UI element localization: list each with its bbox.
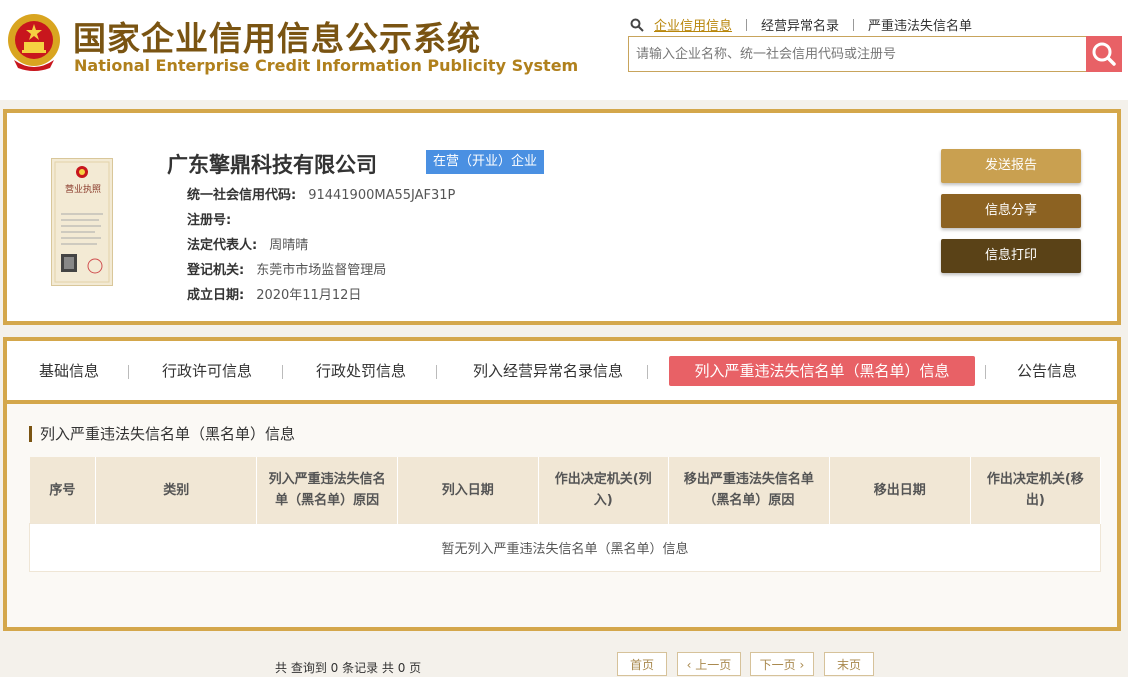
send-report-button[interactable]: 发送报告 [941,149,1081,183]
nav-credit-info-link[interactable]: 企业信用信息 [654,15,732,34]
company-card: 营业执照 广东擎鼎科技有限公司 在营（开业）企业 统一社会信用代码: 914419… [3,109,1121,325]
site-header: 国家企业信用信息公示系统 National Enterprise Credit … [0,0,1128,100]
column-header: 移出严重违法失信名单（黑名单）原因 [668,457,831,524]
national-emblem-icon [8,14,60,71]
tab-basic-info[interactable]: 基础信息 [37,356,101,386]
nav-blacklist-link[interactable]: 严重违法失信名单 [868,15,972,34]
search-box [628,36,1122,72]
company-name: 广东擎鼎科技有限公司 [167,153,377,177]
column-header: 类别 [95,457,258,524]
chevron-left-icon: ‹ [686,658,696,672]
column-header: 移出日期 [829,457,971,524]
license-title: 营业执照 [65,185,102,195]
tab-divider [985,365,986,379]
top-nav: 企业信用信息 经营异常名录 严重违法失信名单 [630,15,972,34]
business-license-thumbnail [51,158,113,286]
next-page-button[interactable]: 下一页 › [750,652,814,676]
last-page-button[interactable]: 末页 [824,652,874,676]
tab-bar: 基础信息 行政许可信息 行政处罚信息 列入经营异常名录信息 列入严重违法失信名单… [7,341,1117,404]
tab-announcement[interactable]: 公告信息 [1013,356,1081,386]
tab-content: 列入严重违法失信名单（黑名单）信息 序号 类别 列入严重违法失信名单（黑名单）原… [7,404,1117,676]
blacklist-table: 序号 类别 列入严重违法失信名单（黑名单）原因 列入日期 作出决定机关(列入) … [29,457,1102,572]
tab-divider [128,365,129,379]
print-info-button[interactable]: 信息打印 [941,239,1081,273]
site-title-en: National Enterprise Credit Information P… [74,56,579,75]
magnifier-icon [630,18,644,32]
prev-page-button[interactable]: ‹ 上一页 [677,652,741,676]
search-button[interactable] [1086,36,1122,72]
chevron-right-icon: › [795,658,805,672]
tab-admin-license[interactable]: 行政许可信息 [159,356,255,386]
tab-divider [282,365,283,379]
share-info-button[interactable]: 信息分享 [941,194,1081,228]
info-reg-number: 注册号: [187,213,232,228]
nav-divider [746,18,748,31]
tab-divider [647,365,648,379]
table-row: 暂无列入严重违法失信名单（黑名单）信息 [29,523,1101,572]
info-credit-code: 统一社会信用代码: 91441900MA55JAF31P [187,188,456,203]
info-legal-rep: 法定代表人: 周晴晴 [187,238,309,253]
tab-abnormal-list[interactable]: 列入经营异常名录信息 [467,356,629,386]
info-found-date: 成立日期: 2020年11月12日 [187,288,362,303]
pagination-summary: 共 查询到 0 条记录 共 0 页 [275,661,422,675]
column-header: 列入日期 [397,457,539,524]
tab-blacklist[interactable]: 列入严重违法失信名单（黑名单）信息 [669,356,975,386]
search-icon [1092,42,1116,66]
first-page-button[interactable]: 首页 [617,652,667,676]
tab-divider [436,365,437,379]
column-header: 序号 [29,457,97,524]
column-header: 列入严重违法失信名单（黑名单）原因 [256,457,398,524]
empty-message: 暂无列入严重违法失信名单（黑名单）信息 [29,523,1101,572]
info-panel: 基础信息 行政许可信息 行政处罚信息 列入经营异常名录信息 列入严重违法失信名单… [3,337,1121,676]
column-header: 作出决定机关(列入) [538,457,669,524]
search-input[interactable] [629,37,1088,71]
site-title: 国家企业信用信息公示系统 [73,19,481,58]
status-badge: 在营（开业）企业 [426,150,545,174]
section-title: 列入严重违法失信名单（黑名单）信息 [29,426,295,442]
nav-abnormal-list-link[interactable]: 经营异常名录 [761,15,839,34]
info-reg-authority: 登记机关: 东莞市市场监督管理局 [187,263,387,278]
column-header: 作出决定机关(移出) [970,457,1102,524]
table-header-row: 序号 类别 列入严重违法失信名单（黑名单）原因 列入日期 作出决定机关(列入) … [29,457,1102,524]
tab-admin-penalty[interactable]: 行政处罚信息 [313,356,409,386]
nav-divider [853,18,855,31]
